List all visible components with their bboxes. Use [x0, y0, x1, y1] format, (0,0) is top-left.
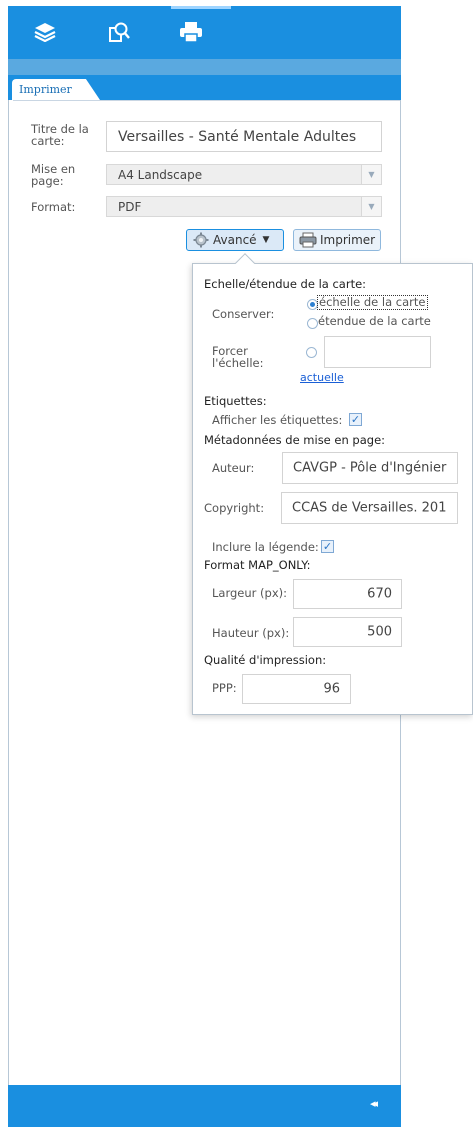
tab-print-label: Imprimer [19, 83, 72, 96]
include-legend-checkbox[interactable]: ✓ [321, 540, 334, 553]
author-input[interactable]: CAVGP - Pôle d'Ingénier [282, 452, 458, 484]
copyright-value: CCAS de Versailles. 201 [292, 500, 447, 516]
map-title-value: Versailles - Santé Mentale Adultes [118, 128, 357, 145]
height-input[interactable]: 500 [293, 617, 402, 647]
tab-strip: Imprimer [8, 75, 401, 100]
collapse-icon[interactable]: ◂◂ [370, 1097, 378, 1110]
scale-heading: Echelle/étendue de la carte: [204, 277, 367, 291]
panel-divider [13, 100, 400, 101]
chevron-down-icon: ▼ [361, 165, 381, 184]
print-button[interactable]: Imprimer [293, 229, 381, 251]
caret-down-icon: ▼ [262, 235, 270, 245]
layout-label: Mise en page: [31, 162, 76, 188]
query-icon[interactable] [104, 18, 134, 46]
layers-icon[interactable] [30, 18, 60, 46]
width-input[interactable]: 670 [293, 579, 402, 609]
advanced-button-label: Avancé [213, 233, 257, 247]
show-labels-checkbox[interactable]: ✓ [349, 413, 362, 426]
format-select[interactable]: PDF ▼ [106, 196, 382, 217]
quality-heading: Qualité d'impression: [204, 653, 327, 667]
force-scale-label: Forcer l'échelle: [212, 344, 264, 370]
metadata-heading: Métadonnées de mise en page: [204, 433, 386, 447]
preserve-scale-label[interactable]: échelle de la carte [317, 295, 428, 310]
include-legend-label: Inclure la légende: [212, 540, 319, 554]
current-scale-link[interactable]: actuelle [300, 371, 344, 384]
format-label: Format: [31, 200, 76, 214]
author-label: Auteur: [212, 461, 255, 475]
labels-heading: Etiquettes: [204, 394, 267, 408]
advanced-button[interactable]: Avancé ▼ [186, 229, 284, 251]
toolbar-subbar [8, 59, 401, 75]
width-label: Largeur (px): [212, 586, 287, 600]
printer-icon [299, 232, 317, 248]
title-label: Titre de la carte: [31, 122, 89, 148]
preserve-extent-label[interactable]: étendue de la carte [318, 315, 431, 328]
map-title-input[interactable]: Versailles - Santé Mentale Adultes [106, 121, 382, 152]
preserve-label: Conserver: [212, 307, 275, 321]
print-button-label: Imprimer [320, 233, 376, 247]
layout-select-value: A4 Landscape [118, 168, 203, 182]
bottom-bar: ◂◂ [8, 1085, 401, 1127]
height-label: Hauteur (px): [212, 626, 290, 640]
copyright-input[interactable]: CCAS de Versailles. 201 [281, 492, 458, 524]
top-toolbar [8, 6, 401, 59]
width-value: 670 [367, 586, 392, 602]
print-widget-window: Imprimer Titre de la carte: Versailles -… [0, 0, 473, 1133]
force-scale-input[interactable] [324, 336, 431, 368]
maponly-heading: Format MAP_ONLY: [204, 558, 311, 572]
dpi-value: 96 [323, 681, 340, 697]
show-labels-label: Afficher les étiquettes: [212, 413, 343, 427]
copyright-label: Copyright: [204, 501, 265, 515]
format-select-value: PDF [118, 200, 142, 214]
tab-print[interactable]: Imprimer [12, 79, 100, 100]
advanced-options-popup: Echelle/étendue de la carte: Conserver: … [192, 253, 473, 715]
layout-select[interactable]: A4 Landscape ▼ [106, 164, 382, 185]
print-icon[interactable] [176, 18, 206, 46]
gear-icon [193, 232, 209, 248]
dpi-label: PPP: [212, 681, 237, 695]
preserve-extent-radio[interactable] [307, 318, 318, 329]
author-value: CAVGP - Pôle d'Ingénier [293, 460, 447, 476]
chevron-down-icon: ▼ [361, 197, 381, 216]
active-tool-indicator [171, 6, 231, 9]
force-scale-radio[interactable] [306, 347, 317, 358]
height-value: 500 [367, 624, 392, 640]
dpi-input[interactable]: 96 [242, 674, 351, 704]
